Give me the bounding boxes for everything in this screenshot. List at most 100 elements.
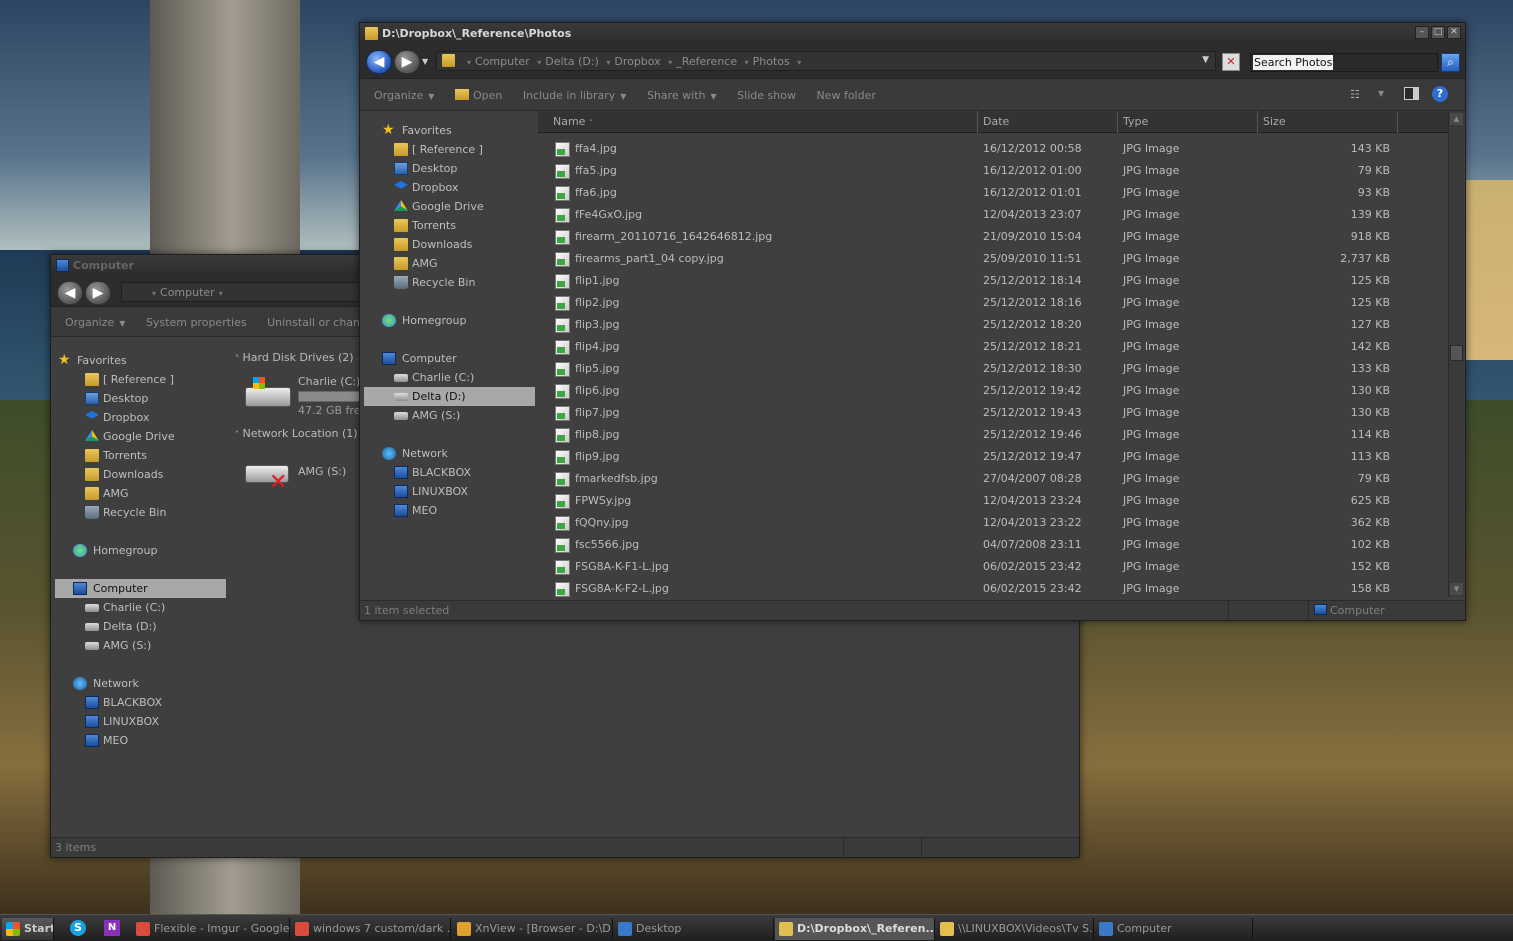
address-history-dropdown[interactable]: ▼ bbox=[1202, 55, 1209, 65]
minimize-button[interactable]: – bbox=[1415, 26, 1429, 39]
nav-item-downloads[interactable]: Downloads bbox=[55, 465, 226, 484]
file-row[interactable]: flip7.jpg 25/12/2012 19:43 JPG Image 130 KB bbox=[538, 402, 1418, 424]
back-button[interactable]: ◀ bbox=[366, 50, 392, 74]
help-icon[interactable]: ? bbox=[1432, 86, 1448, 102]
breadcrumb-delta[interactable]: Delta (D:) bbox=[545, 55, 599, 68]
file-row[interactable]: ffa6.jpg 16/12/2012 01:01 JPG Image 93 KB bbox=[538, 182, 1418, 204]
file-row[interactable]: flip2.jpg 25/12/2012 18:16 JPG Image 125 KB bbox=[538, 292, 1418, 314]
preview-pane-icon[interactable] bbox=[1404, 87, 1419, 100]
nav-item-torrents[interactable]: Torrents bbox=[364, 216, 535, 235]
file-row[interactable]: FPWSy.jpg 12/04/2013 23:24 JPG Image 625 KB bbox=[538, 490, 1418, 512]
nav-item-desktop[interactable]: Desktop bbox=[364, 159, 535, 178]
nav-item-downloads[interactable]: Downloads bbox=[364, 235, 535, 254]
drive-tile-amg[interactable]: ✕ AMG (S:) bbox=[245, 455, 365, 499]
close-button[interactable]: ✕ bbox=[1447, 26, 1461, 39]
nav-drive-c[interactable]: Charlie (C:) bbox=[55, 598, 226, 617]
organize-button[interactable]: Organize ▼ bbox=[374, 89, 434, 102]
nav-blackbox[interactable]: BLACKBOX bbox=[55, 693, 226, 712]
file-row[interactable]: FSG8A-K-F1-L.jpg 06/02/2015 23:42 JPG Imag… bbox=[538, 556, 1418, 578]
nav-blackbox[interactable]: BLACKBOX bbox=[364, 463, 535, 482]
include-in-library-button[interactable]: Include in library ▼ bbox=[523, 89, 627, 102]
back-button[interactable]: ◀ bbox=[57, 281, 83, 305]
organize-button[interactable]: Organize ▼ bbox=[65, 316, 125, 329]
nav-item-torrents[interactable]: Torrents bbox=[55, 446, 226, 465]
nav-linuxbox[interactable]: LINUXBOX bbox=[55, 712, 226, 731]
nav-computer[interactable]: Computer bbox=[364, 349, 535, 368]
nav-item-google-drive[interactable]: Google Drive bbox=[55, 427, 226, 446]
nav-item-dropbox[interactable]: Dropbox bbox=[55, 408, 226, 427]
column-header-size[interactable]: Size bbox=[1258, 111, 1398, 133]
file-row[interactable]: ffa5.jpg 16/12/2012 01:00 JPG Image 79 KB bbox=[538, 160, 1418, 182]
photos-window-titlebar[interactable]: D:\Dropbox\_Reference\Photos – □ ✕ bbox=[360, 23, 1465, 45]
start-button[interactable]: Start bbox=[2, 918, 54, 940]
file-row[interactable]: flip3.jpg 25/12/2012 18:20 JPG Image 127 KB bbox=[538, 314, 1418, 336]
breadcrumb-dropbox[interactable]: Dropbox bbox=[614, 55, 660, 68]
file-row[interactable]: flip8.jpg 25/12/2012 19:46 JPG Image 114 KB bbox=[538, 424, 1418, 446]
nav-item-recycle-bin[interactable]: Recycle Bin bbox=[364, 273, 535, 292]
column-header-name[interactable]: Name ˄ bbox=[538, 111, 978, 133]
nav-drive-d[interactable]: Delta (D:) bbox=[55, 617, 226, 636]
view-dropdown-icon[interactable]: ▼ bbox=[1378, 89, 1384, 98]
scroll-thumb[interactable] bbox=[1450, 345, 1463, 361]
search-field[interactable]: Search Photos bbox=[1250, 53, 1438, 72]
nav-meo[interactable]: MEO bbox=[55, 731, 226, 750]
file-row[interactable]: flip5.jpg 25/12/2012 18:30 JPG Image 133 KB bbox=[538, 358, 1418, 380]
onenote-icon[interactable]: N bbox=[104, 920, 120, 936]
nav-item-dropbox[interactable]: Dropbox bbox=[364, 178, 535, 197]
nav-item-amg[interactable]: AMG bbox=[364, 254, 535, 273]
breadcrumb-computer[interactable]: Computer bbox=[475, 55, 530, 68]
breadcrumb-photos[interactable]: Photos bbox=[753, 55, 790, 68]
nav-favorites[interactable]: ★ Favorites bbox=[55, 351, 226, 370]
nav-homegroup[interactable]: Homegroup bbox=[364, 311, 535, 330]
nav-item-reference[interactable]: [ Reference ] bbox=[55, 370, 226, 389]
file-row[interactable]: fsc5566.jpg 04/07/2008 23:11 JPG Image 102 … bbox=[538, 534, 1418, 556]
taskbar-button[interactable]: XnView - [Browser - D:\D... bbox=[453, 918, 613, 940]
breadcrumb[interactable]: ▾ Computer ▾ bbox=[121, 282, 361, 302]
nav-linuxbox[interactable]: LINUXBOX bbox=[364, 482, 535, 501]
nav-drive-d[interactable]: Delta (D:) bbox=[364, 387, 535, 406]
breadcrumb[interactable]: ▾ Computer ▾ Delta (D:) ▾ Dropbox ▾ _Referen… bbox=[436, 51, 1216, 71]
column-header-type[interactable]: Type bbox=[1118, 111, 1258, 133]
nav-item-google-drive[interactable]: Google Drive bbox=[364, 197, 535, 216]
taskbar-button[interactable]: \\LINUXBOX\Videos\Tv S... bbox=[936, 918, 1094, 940]
group-header-network-location[interactable]: ˄ Network Location (1) — bbox=[235, 427, 372, 440]
group-header-hdd[interactable]: ˄ Hard Disk Drives (2) — bbox=[235, 351, 368, 364]
forward-button[interactable]: ▶ bbox=[85, 281, 111, 305]
open-button[interactable]: Open bbox=[454, 89, 502, 102]
nav-favorites[interactable]: ★ Favorites bbox=[364, 121, 535, 140]
file-row[interactable]: firearm_20110716_1642646812.jpg 21/09/201… bbox=[538, 226, 1418, 248]
search-icon[interactable]: ⌕ bbox=[1441, 53, 1460, 72]
file-row[interactable]: fQQny.jpg 12/04/2013 23:22 JPG Image 362 KB bbox=[538, 512, 1418, 534]
new-folder-button[interactable]: New folder bbox=[816, 89, 875, 102]
taskbar-button[interactable]: windows 7 custom/dark ... bbox=[291, 918, 451, 940]
file-row[interactable]: flip1.jpg 25/12/2012 18:14 JPG Image 125 KB bbox=[538, 270, 1418, 292]
file-row[interactable]: flip6.jpg 25/12/2012 19:42 JPG Image 130 KB bbox=[538, 380, 1418, 402]
scroll-down-arrow[interactable]: ▼ bbox=[1450, 583, 1463, 595]
stop-button[interactable]: ✕ bbox=[1222, 53, 1240, 71]
drive-tile-charlie[interactable]: Charlie (C:) 47.2 GB free bbox=[245, 373, 367, 417]
maximize-button[interactable]: □ bbox=[1431, 26, 1445, 39]
nav-item-reference[interactable]: [ Reference ] bbox=[364, 140, 535, 159]
recent-pages-dropdown[interactable]: ▼ bbox=[422, 57, 428, 66]
nav-drive-s[interactable]: AMG (S:) bbox=[364, 406, 535, 425]
nav-item-recycle-bin[interactable]: Recycle Bin bbox=[55, 503, 226, 522]
taskbar-button[interactable]: Desktop bbox=[614, 918, 774, 940]
forward-button[interactable]: ▶ bbox=[394, 50, 420, 74]
skype-icon[interactable]: S bbox=[70, 920, 86, 936]
nav-drive-s[interactable]: AMG (S:) bbox=[55, 636, 226, 655]
taskbar-button[interactable]: Computer bbox=[1095, 918, 1253, 940]
taskbar-button[interactable]: D:\Dropbox\_Referen... bbox=[775, 918, 935, 940]
taskbar-button[interactable]: Flexible - Imgur - Google ... bbox=[132, 918, 290, 940]
system-properties-button[interactable]: System properties bbox=[146, 316, 247, 329]
file-row[interactable]: ffa4.jpg 16/12/2012 00:58 JPG Image 143 KB bbox=[538, 138, 1418, 160]
nav-item-desktop[interactable]: Desktop bbox=[55, 389, 226, 408]
scroll-up-arrow[interactable]: ▲ bbox=[1450, 113, 1463, 125]
file-row[interactable]: flip9.jpg 25/12/2012 19:47 JPG Image 113 KB bbox=[538, 446, 1418, 468]
column-header-date[interactable]: Date bbox=[978, 111, 1118, 133]
file-row[interactable]: firearms_part1_04 copy.jpg 25/09/2010 11:… bbox=[538, 248, 1418, 270]
breadcrumb-reference[interactable]: _Reference bbox=[676, 55, 737, 68]
breadcrumb-computer[interactable]: Computer bbox=[160, 286, 215, 299]
share-with-button[interactable]: Share with ▼ bbox=[647, 89, 717, 102]
file-row[interactable]: FSG8A-K-F2-L.jpg 06/02/2015 23:42 JPG Imag… bbox=[538, 578, 1418, 597]
nav-drive-c[interactable]: Charlie (C:) bbox=[364, 368, 535, 387]
